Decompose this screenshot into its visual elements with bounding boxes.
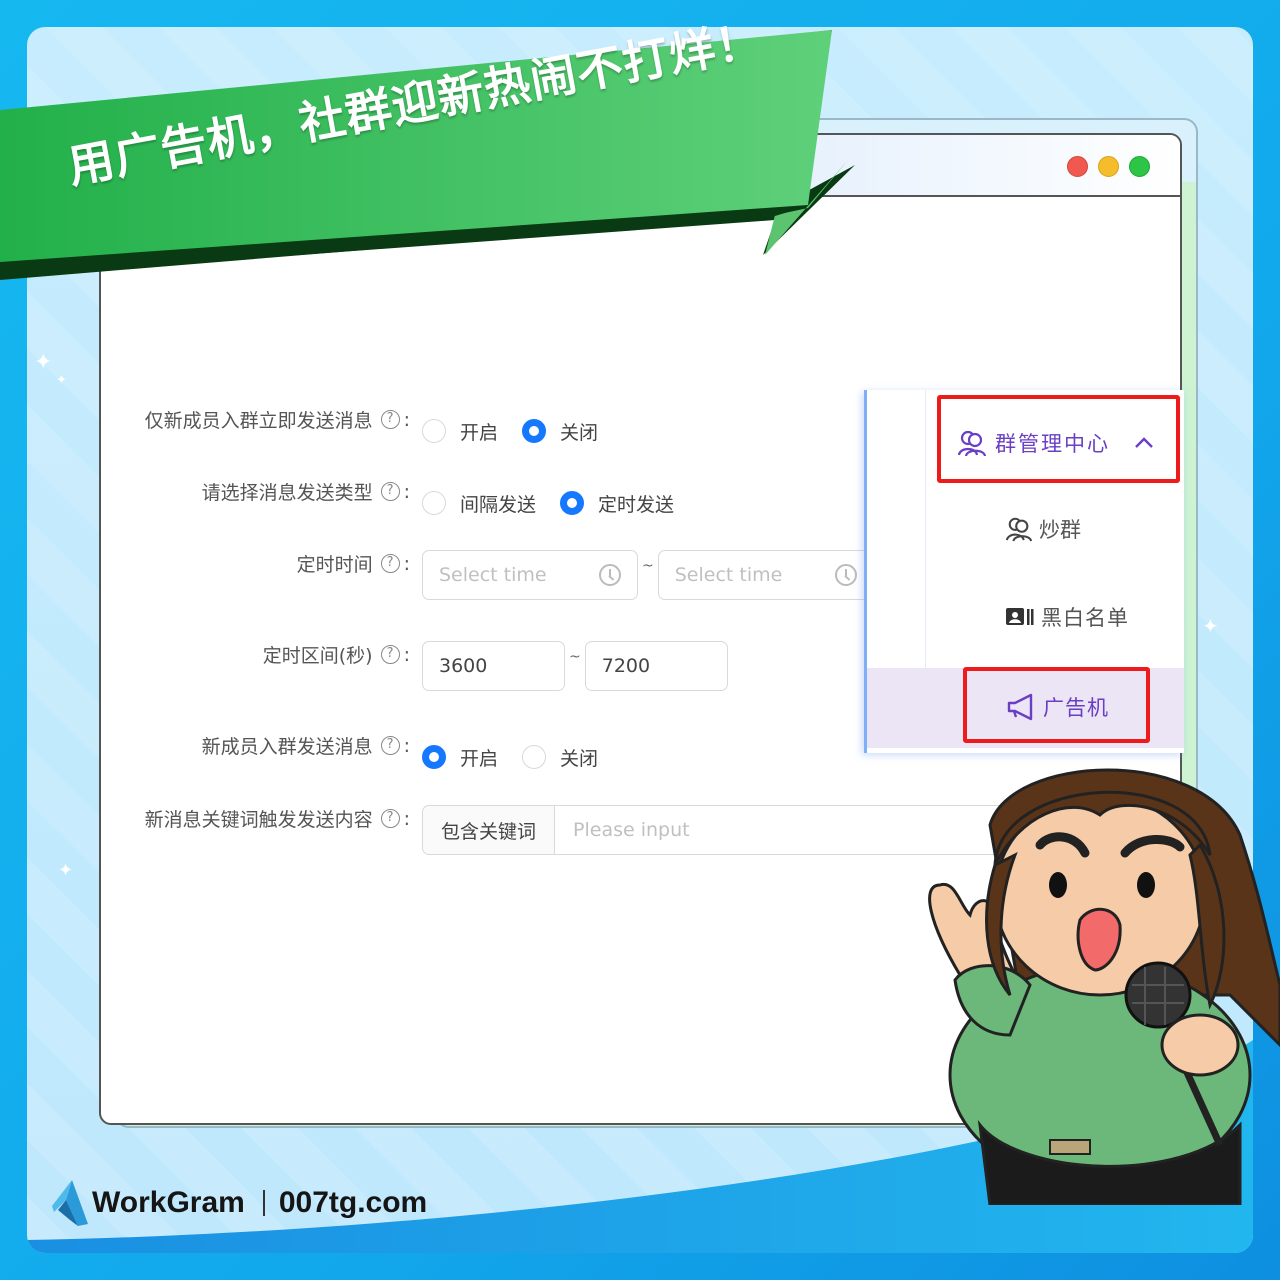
minimize-window-button[interactable] — [1098, 156, 1119, 177]
form-row-send-type: 请选择消息发送类型 ? : 间隔发送 定时发送 — [0, 478, 900, 528]
highlight-box-ad-bot — [963, 667, 1150, 743]
field-label: 新成员入群发送消息 ? : — [90, 732, 410, 759]
interval-end-input[interactable]: 7200 — [584, 641, 728, 691]
radio-option-on[interactable]: 开启 — [422, 744, 498, 771]
footer-divider — [262, 1190, 265, 1216]
radio-label: 间隔发送 — [460, 493, 537, 516]
form-row-new-member-instant: 仅新成员入群立即发送消息 ? : 开启 关闭 — [0, 406, 900, 456]
form-row-new-member-message: 新成员入群发送消息 ? : 开启 关闭 — [0, 732, 900, 782]
radio-label: 关闭 — [560, 421, 599, 444]
radio-circle-checked[interactable] — [522, 419, 547, 443]
workgram-logo-icon — [52, 1180, 88, 1226]
field-label-text: 请选择消息发送类型 — [201, 482, 373, 504]
sparkle-icon: ✦ — [56, 373, 67, 388]
question-circle-icon[interactable]: ? — [380, 645, 400, 664]
label-colon: : — [403, 643, 410, 666]
site-url[interactable]: 007tg.com — [279, 1186, 427, 1220]
label-colon: : — [403, 807, 410, 830]
label-colon: : — [403, 734, 410, 757]
sparkle-icon: ✦ — [1202, 614, 1219, 638]
radio-circle[interactable] — [422, 419, 446, 443]
question-circle-icon[interactable]: ? — [380, 482, 400, 501]
clock-icon[interactable] — [599, 564, 621, 586]
start-time-picker[interactable]: Select time — [422, 550, 638, 600]
field-label: 仅新成员入群立即发送消息 ? : — [90, 406, 410, 433]
radio-label: 定时发送 — [598, 493, 675, 516]
sparkle-icon: ✦ — [58, 860, 74, 881]
radio-label: 开启 — [460, 421, 499, 444]
sidebar-item-label: 黑白名单 — [1041, 606, 1129, 630]
question-circle-icon[interactable]: ? — [380, 736, 400, 755]
field-label: 新消息关键词触发发送内容 ? : — [80, 805, 410, 832]
field-label-text: 定时时间 — [296, 554, 373, 576]
label-colon: : — [403, 552, 410, 575]
end-time-picker[interactable]: Select time — [657, 550, 874, 600]
radio-option-off[interactable]: 关闭 — [522, 744, 598, 771]
end-time-placeholder: Select time — [674, 564, 783, 586]
interval-end-value: 7200 — [601, 655, 651, 677]
field-label-text: 新消息关键词触发发送内容 — [144, 809, 373, 831]
title-bar — [101, 135, 1180, 197]
range-separator: ~ — [569, 649, 581, 665]
radio-label: 开启 — [460, 747, 499, 770]
clock-icon[interactable] — [834, 564, 857, 586]
radio-option-off[interactable]: 关闭 — [522, 418, 598, 445]
radio-label: 关闭 — [560, 747, 599, 770]
field-label: 定时时间 ? : — [90, 550, 410, 577]
close-window-button[interactable] — [1067, 156, 1088, 177]
field-label-text: 仅新成员入群立即发送消息 — [144, 410, 373, 432]
radio-circle-checked[interactable] — [560, 491, 585, 515]
field-label: 请选择消息发送类型 ? : — [90, 478, 410, 505]
range-separator: ~ — [642, 558, 654, 574]
question-circle-icon[interactable]: ? — [380, 809, 400, 828]
mascot-illustration — [900, 745, 1280, 1205]
sidebar-item-boost-group[interactable]: 炒群 — [1005, 514, 1081, 544]
radio-circle[interactable] — [522, 745, 547, 769]
radio-option-interval[interactable]: 间隔发送 — [422, 490, 536, 517]
highlight-box-group-management — [937, 395, 1180, 483]
contact-card-icon — [1006, 608, 1034, 625]
question-circle-icon[interactable]: ? — [380, 554, 400, 573]
users-icon — [1005, 517, 1033, 542]
question-circle-icon[interactable]: ? — [380, 410, 400, 429]
sparkle-icon: ✦ — [34, 350, 53, 375]
radio-option-scheduled[interactable]: 定时发送 — [560, 490, 674, 517]
start-time-placeholder: Select time — [439, 564, 547, 586]
field-label: 定时区间(秒) ? : — [90, 641, 410, 668]
radio-circle-checked[interactable] — [422, 745, 446, 769]
label-colon: : — [403, 408, 410, 431]
maximize-window-button[interactable] — [1129, 156, 1150, 177]
field-label-text: 定时区间(秒) — [262, 645, 373, 667]
sidebar-item-blacklist-whitelist[interactable]: 黑白名单 — [1005, 602, 1129, 632]
radio-option-on[interactable]: 开启 — [422, 418, 498, 445]
keyword-mode-addon[interactable]: 包含关键词 — [422, 805, 555, 855]
brand-name: WorkGram — [92, 1186, 245, 1219]
form-row-schedule-time: 定时时间 ? : Select time ~ Select time — [0, 550, 900, 600]
keyword-input-placeholder: Please input — [573, 819, 690, 841]
field-label-text: 新成员入群发送消息 — [201, 736, 373, 758]
radio-circle[interactable] — [422, 491, 446, 515]
brand-footer: WorkGram 007tg.com — [52, 1180, 427, 1226]
interval-start-input[interactable]: 3600 — [422, 641, 565, 691]
interval-start-value: 3600 — [439, 655, 488, 677]
addon-label: 包含关键词 — [441, 820, 537, 843]
label-colon: : — [403, 480, 410, 503]
sidebar-divider — [925, 390, 926, 668]
form-row-schedule-interval: 定时区间(秒) ? : 3600 ~ 7200 — [0, 641, 900, 691]
sidebar-item-label: 炒群 — [1039, 518, 1081, 542]
